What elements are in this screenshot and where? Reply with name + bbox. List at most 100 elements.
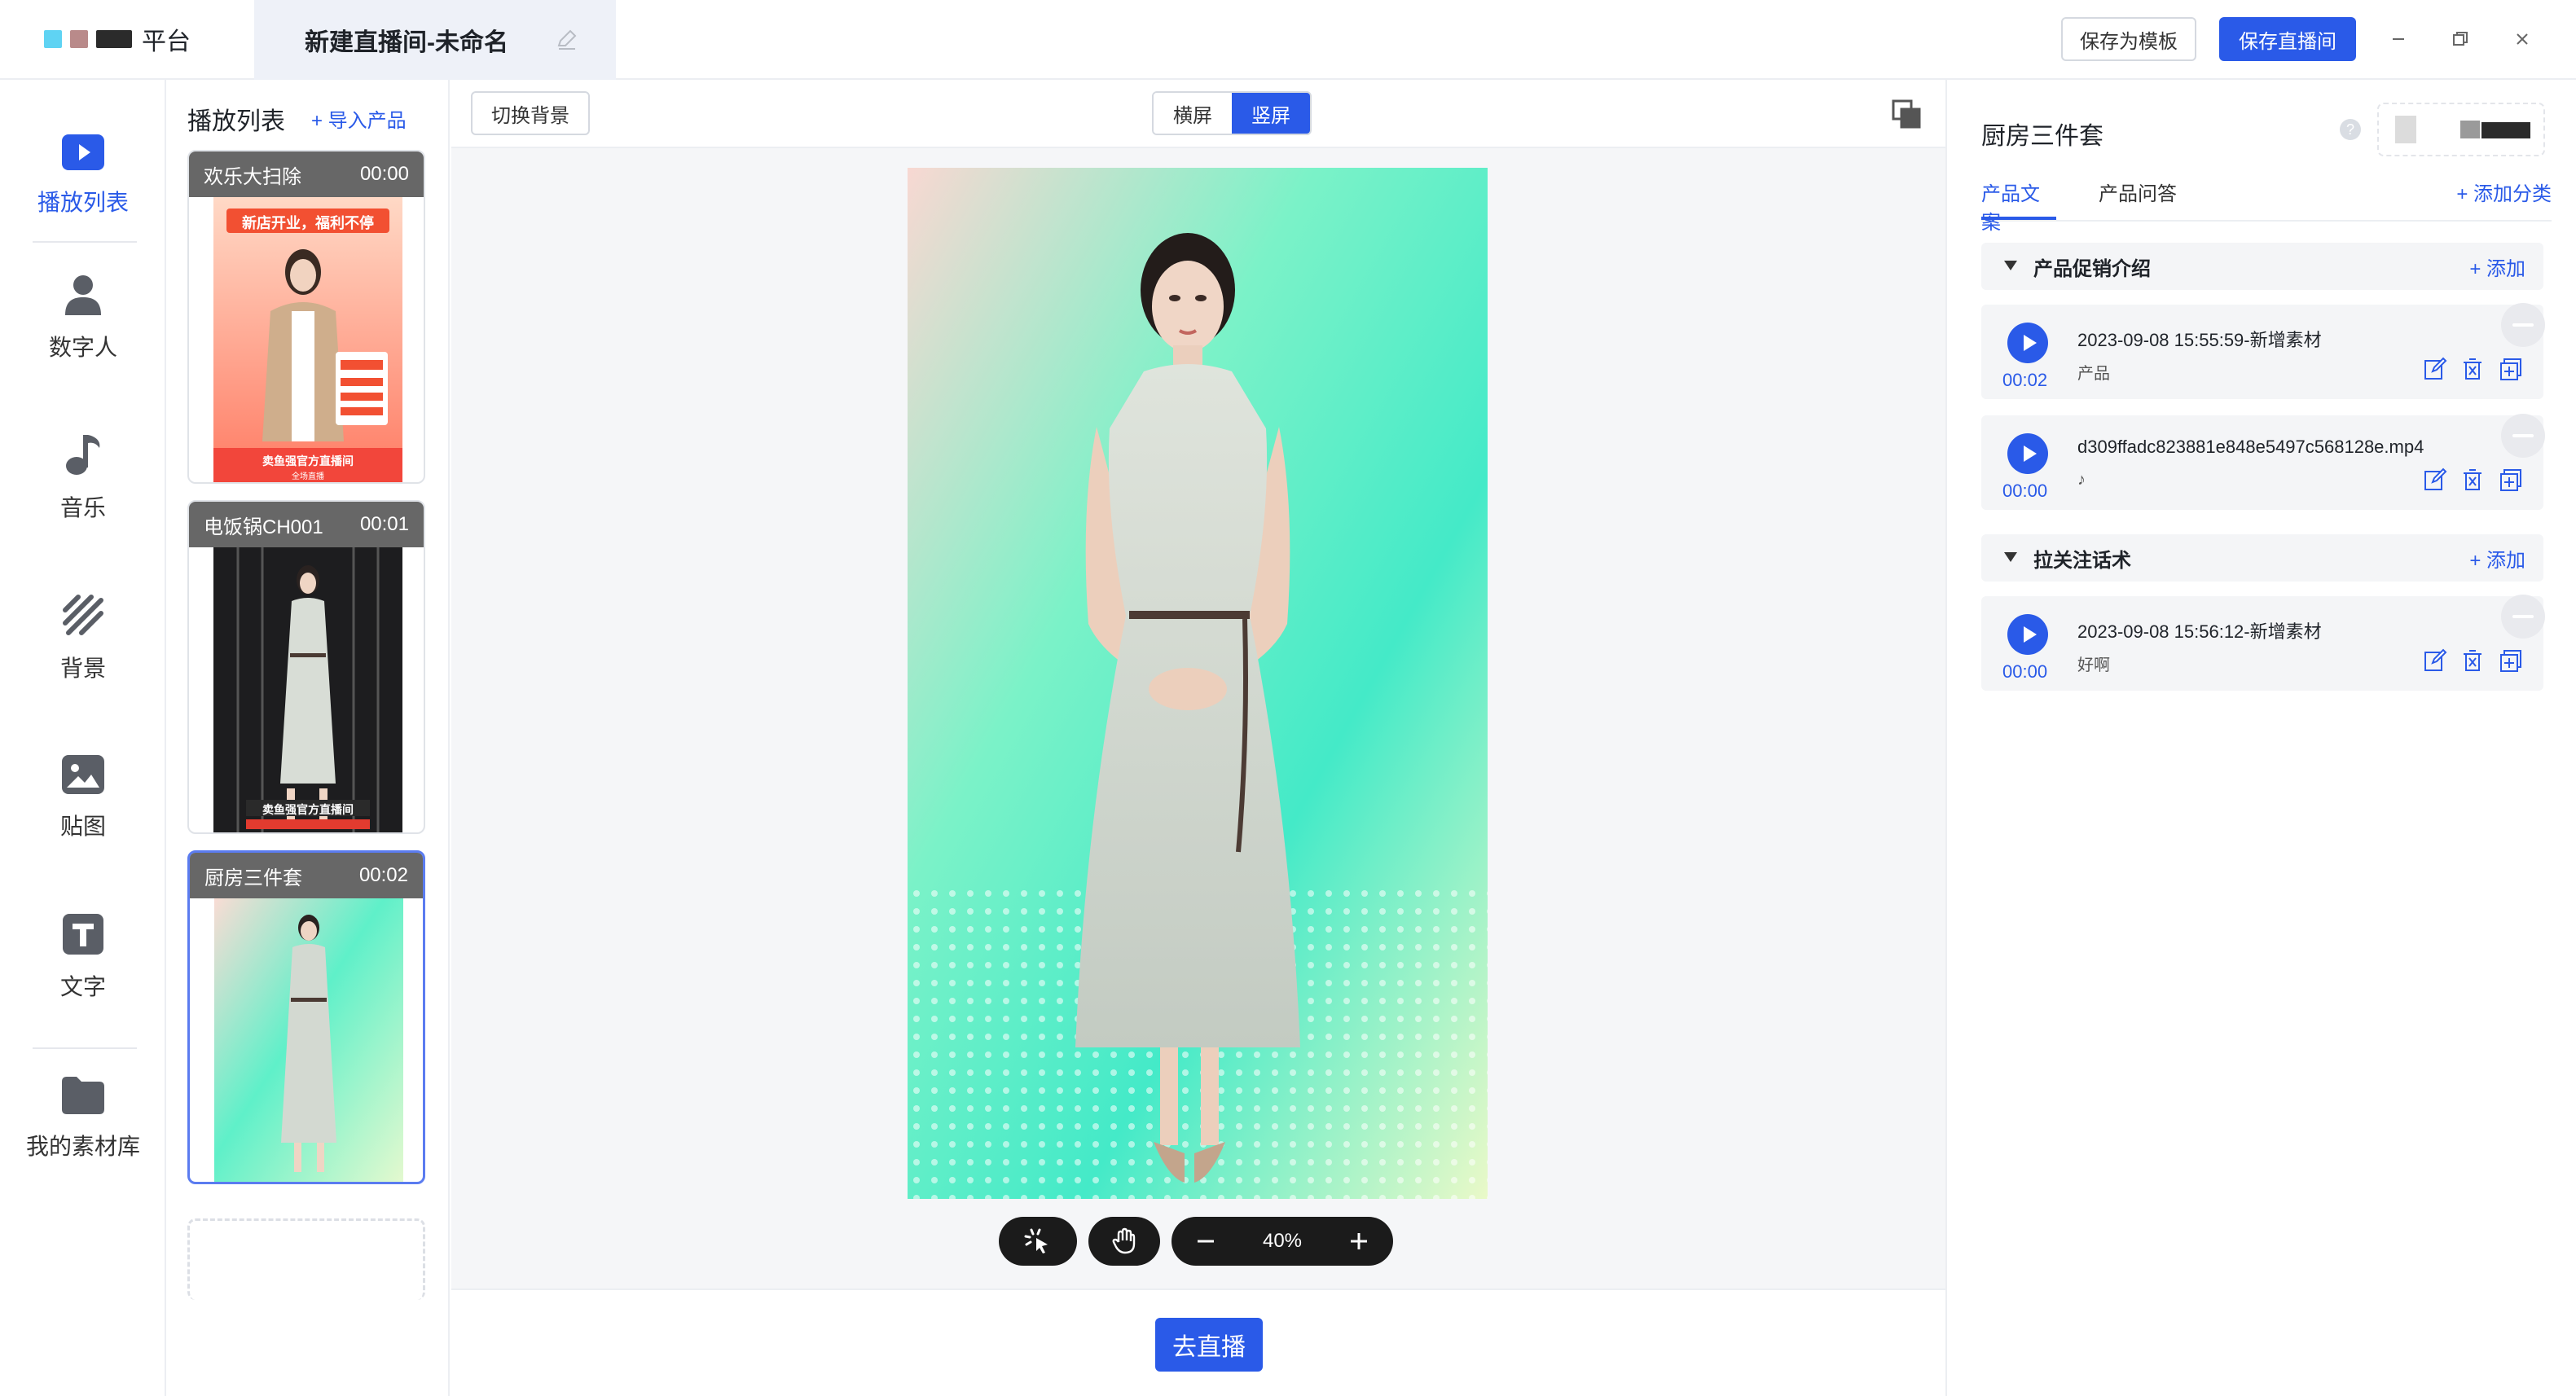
copy-icon[interactable] [2498,357,2522,381]
script-item[interactable]: 00:00 2023-09-08 15:56:12-新增素材 好啊 [1981,595,2545,691]
remove-icon[interactable] [2501,595,2545,639]
edit-title-icon[interactable] [556,28,578,50]
music-icon [66,435,100,475]
item-duration: 00:02 [2002,370,2048,390]
collapse-arrow-icon[interactable] [2004,552,2017,562]
script-item[interactable]: 00:00 d309ffadc823881e848e5497c568128e.m… [1981,414,2545,510]
playlist-card-active[interactable]: 厨房三件套 00:02 [187,850,425,1184]
card-name: 厨房三件套 [204,867,302,889]
canvas-toolbar: 切换背景 横屏 竖屏 [451,80,1945,148]
delete-icon[interactable] [2460,648,2485,673]
nav-sticker[interactable]: 贴图 [0,733,166,863]
item-duration: 00:00 [2002,661,2048,682]
play-icon[interactable] [2007,614,2048,655]
folder-icon [62,1077,104,1114]
card-caption: 厨房三件套 00:02 [190,853,423,898]
canvas-footer: 去直播 [451,1288,1945,1396]
preview-image [908,168,1488,1199]
delete-icon[interactable] [2460,357,2485,381]
landscape-option[interactable]: 横屏 [1154,93,1232,134]
edit-icon[interactable] [2423,648,2447,673]
card-footer: 卖鱼强官方直播间 [262,454,354,468]
help-icon[interactable]: ? [2340,119,2361,140]
portrait-option[interactable]: 竖屏 [1232,93,1310,134]
import-product-link[interactable]: + 导入产品 [311,104,407,133]
copy-icon[interactable] [2498,468,2522,492]
add-category-link[interactable]: + 添加分类 [2456,178,2552,206]
logo-square-cyan [44,30,62,48]
delete-icon[interactable] [2460,468,2485,492]
remove-icon[interactable] [2501,303,2545,347]
group-header-follow[interactable]: 拉关注话术 + 添加 [1981,534,2543,582]
remove-icon[interactable] [2501,414,2545,458]
edit-icon[interactable] [2423,468,2447,492]
tab-product-copy[interactable]: 产品文案 [1981,178,2056,234]
card-caption: 欢乐大扫除 00:00 [189,151,424,197]
app-logo: 平台 [44,24,191,55]
play-list-icon [62,134,104,170]
card-caption: 电饭锅CH001 00:01 [189,502,424,547]
nav-background[interactable]: 背景 [0,573,166,704]
add-item-link[interactable]: + 添加 [2469,252,2525,281]
zoom-out-icon[interactable] [1194,1230,1217,1253]
nav-music[interactable]: 音乐 [0,412,166,542]
add-card-placeholder[interactable] [187,1218,425,1300]
zoom-in-icon[interactable] [1347,1230,1370,1253]
hand-icon [1112,1227,1136,1254]
close-icon[interactable] [2508,24,2537,54]
select-tool-button[interactable] [999,1217,1077,1266]
item-text: 好啊 [2077,656,2110,674]
product-thumbnail[interactable] [2377,103,2545,156]
nav-play-list[interactable]: 播放列表 [0,111,166,241]
item-actions [2423,648,2522,673]
logo-square-rose [70,30,88,48]
item-duration: 00:00 [2002,481,2048,501]
copy-icon[interactable] [2498,648,2522,673]
card-thumbnail: 卖鱼强官方直播间 [213,547,402,832]
edit-icon[interactable] [2423,357,2447,381]
nav-label: 背景 [59,656,106,681]
tab-product-qa[interactable]: 产品问答 [2099,178,2177,220]
playlist-card[interactable]: 新店开业，福利不停 卖鱼强官方直播间 全场直播 欢乐大扫除 00:00 [187,150,425,484]
playlist-panel: 播放列表 + 导入产品 新店开业，福利不停 卖鱼强官方直播间 全场直播 欢乐大扫… [168,80,450,1396]
nav-label: 我的素材库 [25,1134,140,1159]
nav-my-library[interactable]: 我的素材库 [0,1054,166,1184]
nav-text[interactable]: 文字 [0,893,166,1023]
live-preview-stage[interactable] [908,168,1488,1199]
group-header-promotion[interactable]: 产品促销介绍 + 添加 [1981,243,2543,290]
thumbnail-block [2395,116,2416,143]
thumbnail-block [2481,122,2530,138]
add-item-link[interactable]: + 添加 [2469,544,2525,573]
restore-icon[interactable] [2446,24,2475,54]
zoom-control: 40% [1172,1217,1393,1266]
zoom-level: 40% [1262,1230,1303,1252]
collapse-arrow-icon[interactable] [2004,261,2017,270]
play-icon[interactable] [2007,433,2048,474]
layers-icon[interactable] [1890,98,1923,130]
item-name: 2023-09-08 15:55:59-新增素材 [2077,330,2322,350]
card-footer: 卖鱼强官方直播间 [262,803,354,816]
left-navigation: 播放列表 数字人 音乐 背景 贴图 文字 我的素材库 [0,80,166,1396]
cursor-click-icon [1024,1228,1048,1253]
nav-digital-human[interactable]: 数字人 [0,252,166,383]
save-room-button[interactable]: 保存直播间 [2219,17,2356,61]
playlist-card[interactable]: 卖鱼强官方直播间 电饭锅CH001 00:01 [187,500,425,834]
play-icon[interactable] [2007,323,2048,363]
text-icon [63,914,103,955]
go-live-button[interactable]: 去直播 [1155,1318,1263,1372]
product-script-panel: 厨房三件套 ? 产品文案 产品问答 + 添加分类 产品促销介绍 + 添加 00:… [1945,80,2576,1396]
script-item[interactable]: 00:02 2023-09-08 15:55:59-新增素材 产品 [1981,303,2545,399]
card-thumbnail: 新店开业，福利不停 卖鱼强官方直播间 全场直播 [213,197,402,482]
nav-label: 音乐 [59,495,106,520]
save-as-template-button[interactable]: 保存为模板 [2061,17,2196,61]
document-tab[interactable]: 新建直播间-未命名 [254,0,616,80]
document-title: 新建直播间-未命名 [305,29,508,56]
content-tabs: 产品文案 产品问答 + 添加分类 [1981,178,2552,234]
pan-tool-button[interactable] [1088,1217,1160,1266]
card-time: 00:02 [358,864,408,886]
item-name: 2023-09-08 15:56:12-新增素材 [2077,621,2322,642]
minimize-icon[interactable] [2384,24,2413,54]
nav-divider [33,241,137,243]
person-icon [65,275,101,315]
switch-background-button[interactable]: 切换背景 [471,91,590,135]
